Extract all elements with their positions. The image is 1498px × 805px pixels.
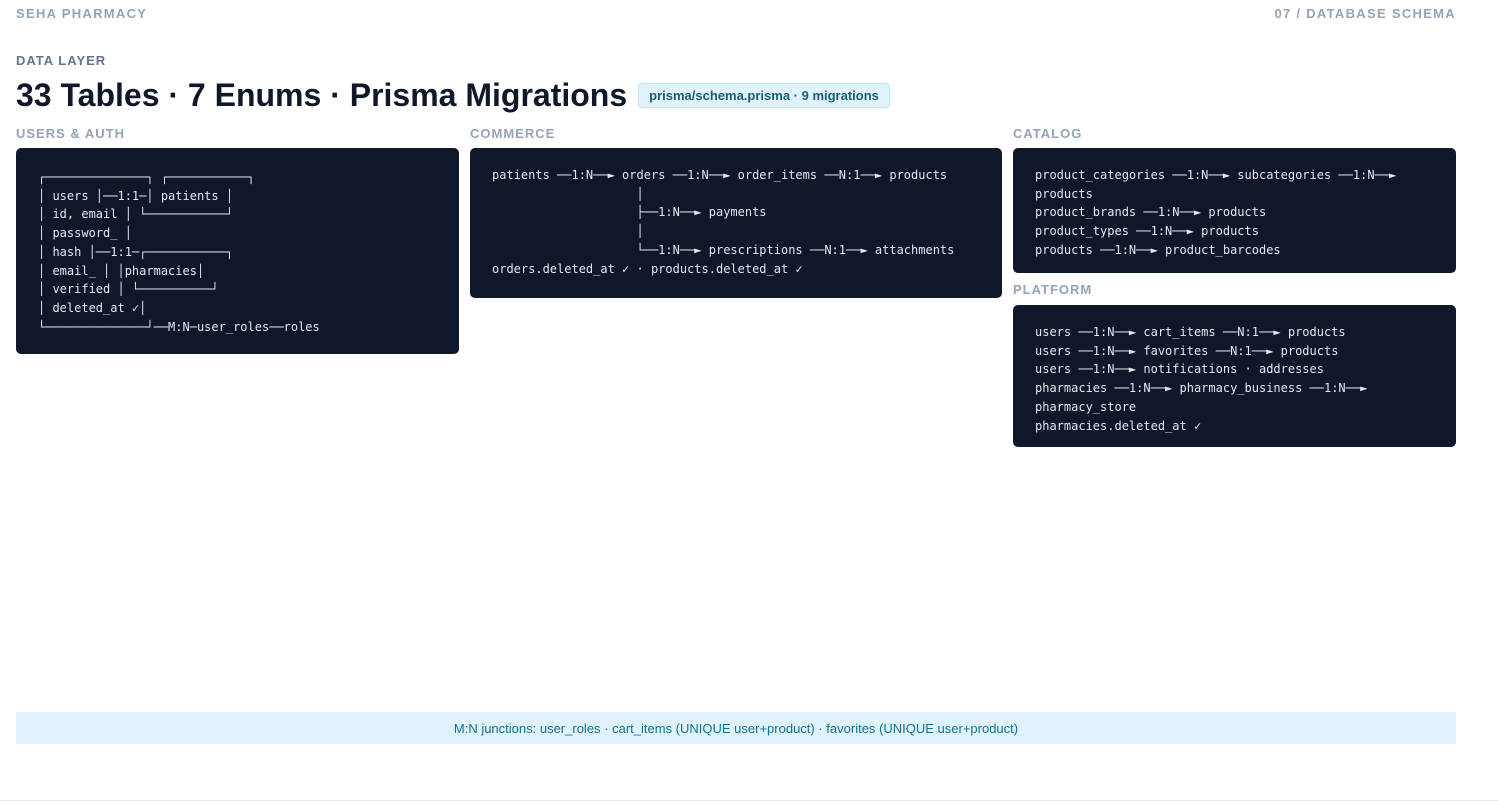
junctions-note: M:N junctions: user_roles · cart_items (… xyxy=(16,712,1456,744)
brand-name: SEHA PHARMACY xyxy=(16,6,148,21)
commerce-label: COMMERCE xyxy=(470,126,556,141)
title-row: 33 Tables · 7 Enums · Prisma Migrations … xyxy=(16,76,890,114)
catalog-diagram: product_categories ──1:N──► subcategorie… xyxy=(1035,168,1397,257)
users-auth-diagram: ┌──────────────┐ ┌───────────┐ │ users │… xyxy=(38,170,320,334)
platform-label: PLATFORM xyxy=(1013,282,1093,297)
junctions-note-text: M:N junctions: user_roles · cart_items (… xyxy=(453,720,1019,736)
catalog-label: CATALOG xyxy=(1013,126,1083,141)
commerce-diagram: patients ──1:N──► orders ──1:N──► order_… xyxy=(492,168,955,276)
users-auth-label: USERS & AUTH xyxy=(16,126,126,141)
slide-indicator: 07 / DATABASE SCHEMA xyxy=(1274,6,1456,21)
catalog-panel: product_categories ──1:N──► subcategorie… xyxy=(1013,148,1456,273)
schema-badge: prisma/schema.prisma · 9 migrations xyxy=(638,82,890,108)
section-eyebrow: DATA LAYER xyxy=(16,53,107,68)
users-auth-panel: ┌──────────────┐ ┌───────────┐ │ users │… xyxy=(16,148,459,354)
platform-diagram: users ──1:N──► cart_items ──N:1──► produ… xyxy=(1035,325,1368,433)
page-title: 33 Tables · 7 Enums · Prisma Migrations xyxy=(16,77,628,113)
commerce-panel: patients ──1:N──► orders ──1:N──► order_… xyxy=(470,148,1002,298)
platform-panel: users ──1:N──► cart_items ──N:1──► produ… xyxy=(1013,305,1456,447)
top-bar: SEHA PHARMACY 07 / DATABASE SCHEMA xyxy=(16,6,1456,21)
bottom-divider xyxy=(0,800,1498,801)
